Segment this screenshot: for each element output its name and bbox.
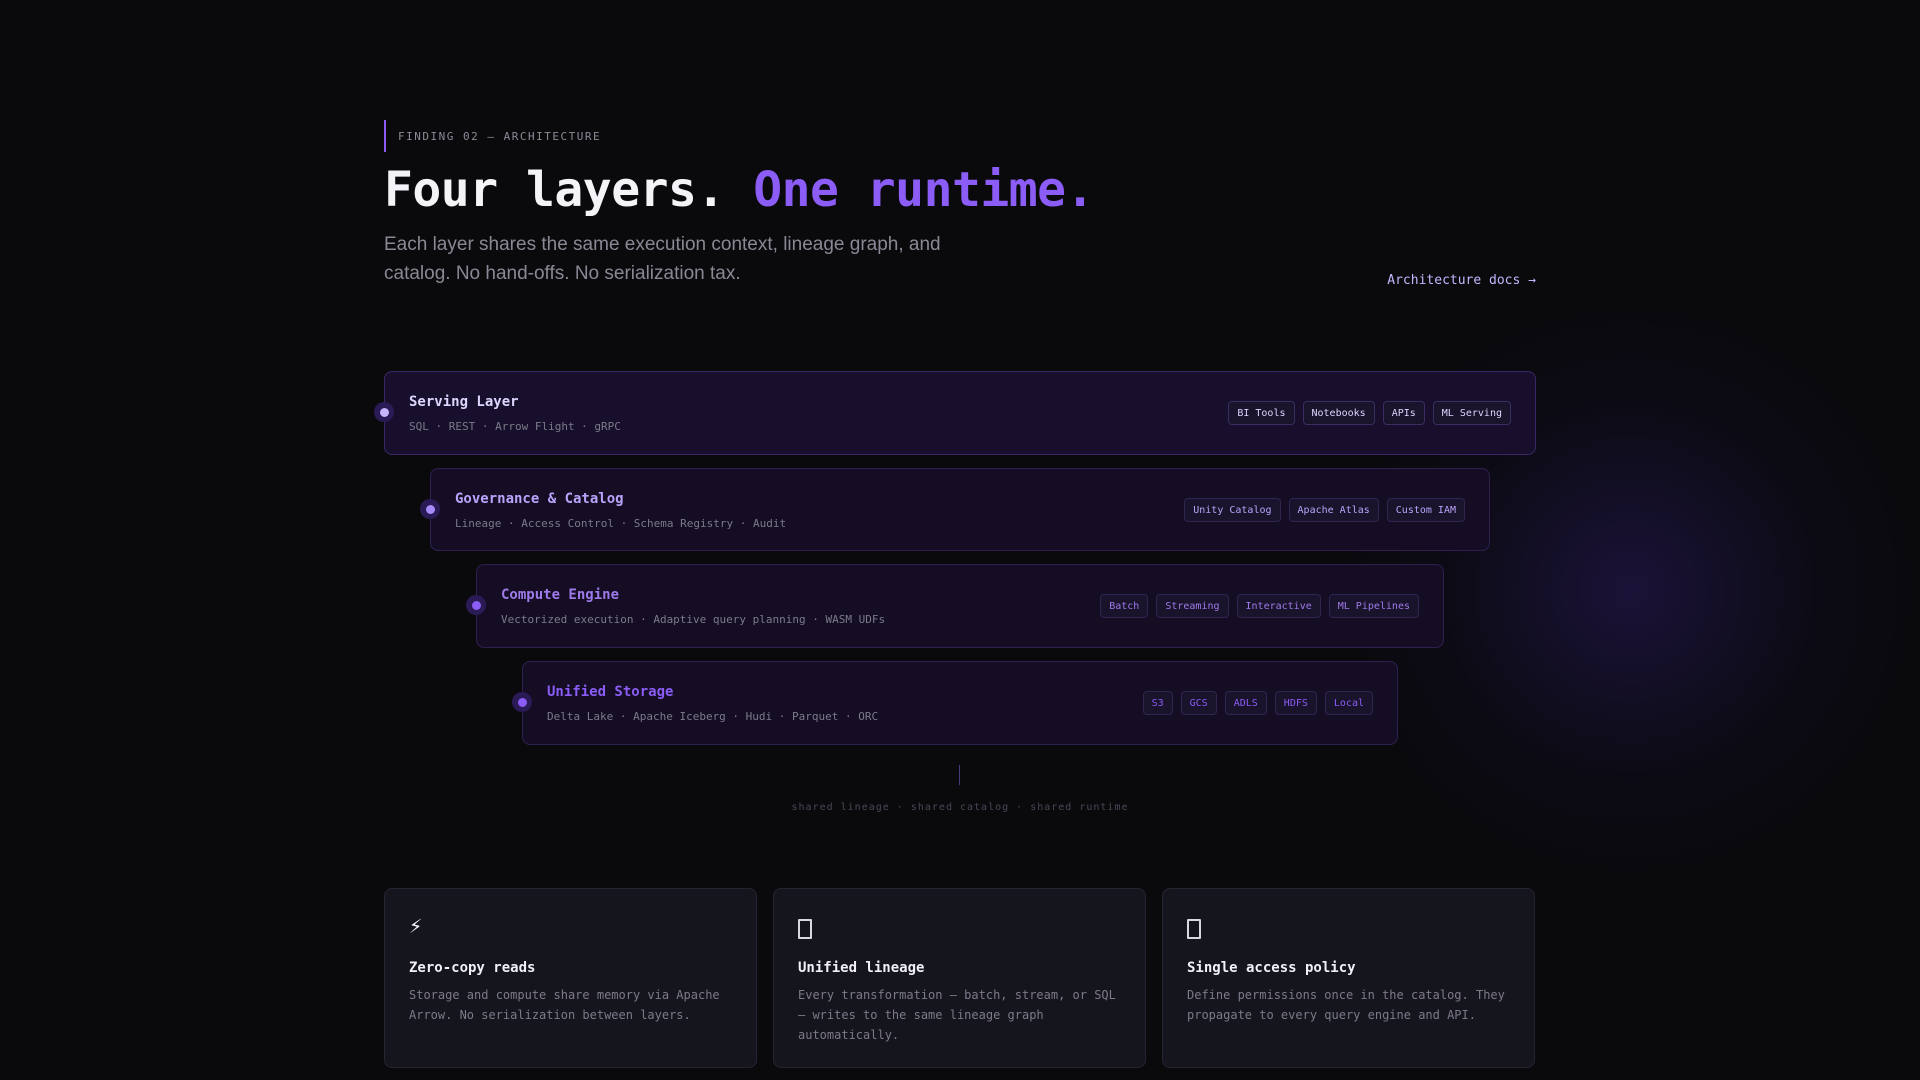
- architecture-section: FINDING 02 — ARCHITECTURE Four layers. O…: [374, 0, 1536, 1080]
- tag-bi-tools[interactable]: BI Tools: [1228, 401, 1295, 425]
- shared-caption: shared lineage · shared catalog · shared…: [791, 802, 1129, 813]
- layer-protocols: SQL · REST · Arrow Flight · gRPC: [409, 420, 621, 433]
- feature-card-zero-copy: ⚡ Zero-copy reads Storage and compute sh…: [384, 888, 757, 1068]
- connector-line: [959, 765, 960, 785]
- layer-tags: BI Tools Notebooks APIs ML Serving: [1228, 401, 1511, 425]
- card-title: Unified lineage: [798, 960, 925, 976]
- layer-governance[interactable]: Governance & Catalog Lineage · Access Co…: [420, 468, 1490, 551]
- layer-title: Serving Layer: [409, 394, 519, 410]
- card-body: Every transformation — batch, stream, or…: [798, 988, 1116, 1042]
- layer-node-dot: [466, 595, 486, 615]
- tag-apis[interactable]: APIs: [1382, 401, 1425, 425]
- card-title: Single access policy: [1187, 960, 1356, 976]
- layer-storage[interactable]: Unified Storage Delta Lake · Apache Iceb…: [512, 661, 1398, 745]
- lock-icon: [1187, 919, 1201, 939]
- layer-tags: Batch Streaming Interactive ML Pipelines: [1100, 594, 1419, 618]
- layer-node-dot: [420, 499, 440, 519]
- tag-ml-serving[interactable]: ML Serving: [1432, 401, 1511, 425]
- card-body: Storage and compute share memory via Apa…: [409, 988, 720, 1022]
- layer-tags: Unity Catalog Apache Atlas Custom IAM: [1184, 498, 1465, 522]
- tag-streaming[interactable]: Streaming: [1156, 594, 1229, 618]
- tag-adls[interactable]: ADLS: [1224, 691, 1267, 715]
- layer-compute[interactable]: Compute Engine Vectorized execution · Ad…: [466, 564, 1444, 648]
- tag-interactive[interactable]: Interactive: [1236, 594, 1321, 618]
- title-plain: Four layers.: [384, 162, 725, 218]
- tag-notebooks[interactable]: Notebooks: [1302, 401, 1375, 425]
- feature-card-access-policy: Single access policy Define permissions …: [1162, 888, 1535, 1068]
- tag-local[interactable]: Local: [1324, 691, 1373, 715]
- tag-apache-atlas[interactable]: Apache Atlas: [1288, 498, 1379, 522]
- tag-custom-iam[interactable]: Custom IAM: [1386, 498, 1465, 522]
- title-accent: One runtime.: [753, 162, 1094, 218]
- layer-title: Compute Engine: [501, 587, 620, 603]
- lightning-icon: ⚡: [409, 914, 423, 939]
- card-title: Zero-copy reads: [409, 960, 536, 976]
- layer-tags: S3 GCS ADLS HDFS Local: [1142, 691, 1373, 715]
- tag-unity-catalog[interactable]: Unity Catalog: [1184, 498, 1281, 522]
- tag-hdfs[interactable]: HDFS: [1274, 691, 1317, 715]
- tag-batch[interactable]: Batch: [1100, 594, 1149, 618]
- layer-node-dot: [374, 402, 394, 422]
- layer-node-dot: [512, 692, 532, 712]
- architecture-docs-link[interactable]: Architecture docs →: [1387, 273, 1536, 288]
- layer-formats: Delta Lake · Apache Iceberg · Hudi · Par…: [547, 710, 879, 723]
- page-title: Four layers. One runtime.: [384, 162, 1094, 218]
- tag-ml-pipelines[interactable]: ML Pipelines: [1328, 594, 1419, 618]
- card-body: Define permissions once in the catalog. …: [1187, 988, 1505, 1022]
- layer-serving[interactable]: Serving Layer SQL · REST · Arrow Flight …: [374, 371, 1536, 455]
- tag-gcs[interactable]: GCS: [1180, 691, 1217, 715]
- tag-s3[interactable]: S3: [1142, 691, 1173, 715]
- feature-card-lineage: Unified lineage Every transformation — b…: [773, 888, 1146, 1068]
- lineage-icon: [798, 919, 812, 939]
- section-description: Each layer shares the same execution con…: [384, 234, 941, 284]
- layer-title: Unified Storage: [547, 684, 674, 700]
- layer-capabilities: Lineage · Access Control · Schema Regist…: [455, 517, 787, 530]
- section-eyebrow: FINDING 02 — ARCHITECTURE: [384, 120, 601, 152]
- layer-capabilities: Vectorized execution · Adaptive query pl…: [501, 613, 886, 626]
- layer-title: Governance & Catalog: [455, 491, 624, 507]
